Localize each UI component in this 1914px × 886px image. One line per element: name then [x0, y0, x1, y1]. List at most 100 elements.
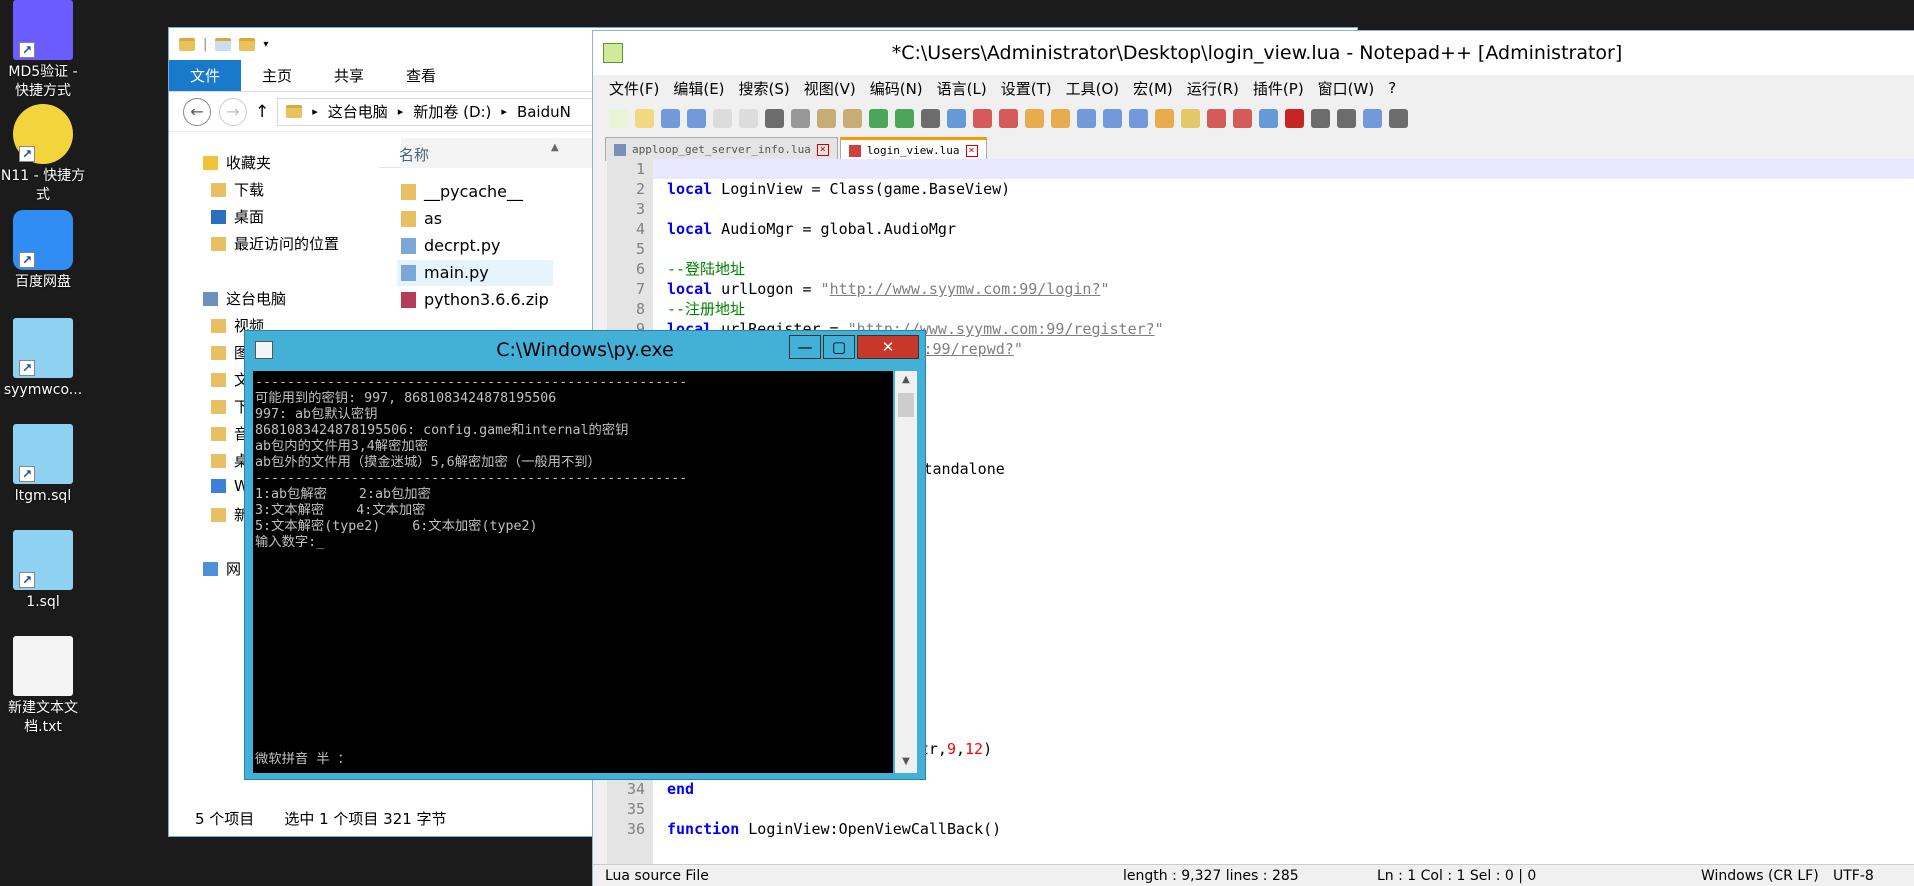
breadcrumb-item[interactable]: 新加卷 (D:) [413, 101, 491, 122]
toolbar-button[interactable] [1285, 108, 1304, 128]
toolbar-button[interactable] [1103, 108, 1122, 128]
toolbar-button[interactable] [1363, 108, 1382, 128]
nav-item[interactable]: 最近访问的位置 [211, 233, 339, 254]
menu-item[interactable]: 视图(V) [804, 78, 856, 99]
toolbar-button[interactable] [1025, 108, 1044, 128]
console-window[interactable]: C:\Windows\py.exe — ▢ ✕ 微软拼音 半 ： -------… [244, 330, 926, 780]
quick-access-toolbar[interactable]: | [203, 37, 207, 52]
properties-icon[interactable] [215, 37, 232, 51]
toolbar-button[interactable] [1181, 108, 1200, 128]
menu-item[interactable]: 搜索(S) [739, 78, 790, 99]
menu-item[interactable]: 窗口(W) [1318, 78, 1375, 99]
toolbar-button[interactable] [635, 108, 654, 128]
breadcrumb-chevron-icon[interactable]: ▸ [501, 105, 507, 118]
nav-item[interactable]: 下载 [211, 179, 264, 200]
menu-item[interactable]: 工具(O) [1066, 78, 1120, 99]
desktop-icon[interactable]: ↗ ltgm.sql [0, 424, 86, 506]
nav-item[interactable]: 这台电脑 [203, 288, 286, 309]
breadcrumb-chevron-icon[interactable]: ▸ [312, 105, 318, 118]
console-line: ----------------------------------------… [255, 375, 688, 390]
toolbar-button[interactable] [973, 108, 992, 128]
close-tab-icon[interactable]: × [965, 144, 978, 157]
toolbar-button[interactable] [843, 108, 862, 128]
toolbar-button[interactable] [609, 108, 628, 128]
menu-item[interactable]: 编辑(E) [673, 78, 724, 99]
scroll-thumb[interactable] [898, 393, 914, 417]
toolbar-button[interactable] [1155, 108, 1174, 128]
ribbon-tab[interactable]: 主页 [241, 60, 313, 91]
toolbar-button[interactable] [817, 108, 836, 128]
file-row[interactable]: decrpt.py [401, 236, 501, 255]
chevron-down-icon[interactable]: ▾ [263, 39, 268, 50]
close-button[interactable]: ✕ [857, 335, 919, 359]
toolbar-button[interactable] [1311, 108, 1330, 128]
toolbar-button[interactable] [765, 108, 784, 128]
toolbar-button[interactable] [713, 108, 732, 128]
desktop-icon[interactable]: ↗ syymwco... [0, 318, 86, 400]
back-button[interactable]: ← [183, 97, 211, 126]
minimize-button[interactable]: — [789, 335, 821, 359]
desktop-icon[interactable]: ↗ MD5验证 - 快捷方式 [0, 0, 86, 101]
menu-item[interactable]: 文件(F) [609, 78, 659, 99]
nav-item-icon [211, 345, 226, 360]
menu-item[interactable]: 语言(L) [937, 78, 987, 99]
toolbar-button[interactable] [791, 108, 810, 128]
ribbon-tab[interactable]: 查看 [385, 60, 457, 91]
console-output[interactable]: 微软拼音 半 ： -------------------------------… [253, 371, 893, 773]
toolbar-button[interactable] [869, 108, 888, 128]
toolbar-button[interactable] [1389, 108, 1408, 128]
toolbar-button[interactable] [1337, 108, 1356, 128]
file-row[interactable]: python3.6.6.zip [401, 290, 549, 309]
file-row[interactable]: main.py [401, 263, 489, 282]
toolbar-button[interactable] [895, 108, 914, 128]
toolbar-button[interactable] [1233, 108, 1252, 128]
up-button[interactable]: ↑ [255, 102, 269, 122]
menu-item[interactable]: 运行(R) [1187, 78, 1239, 99]
scroll-up-icon[interactable]: ▲ [898, 374, 914, 388]
ribbon-tab[interactable]: 文件 [169, 60, 242, 91]
menu-item[interactable]: 设置(T) [1001, 78, 1052, 99]
column-header-name[interactable]: 名称 [399, 144, 429, 165]
breadcrumb-chevron-icon[interactable]: ▸ [398, 105, 404, 118]
toolbar-button[interactable] [947, 108, 966, 128]
shortcut-arrow-icon: ↗ [19, 360, 35, 376]
desktop-icon[interactable]: ↗ N11 - 快捷方 式 [0, 104, 86, 205]
toolbar-button[interactable] [739, 108, 758, 128]
breadcrumb-item[interactable]: 这台电脑 [328, 101, 388, 122]
maximize-button[interactable]: ▢ [823, 335, 855, 359]
console-scrollbar[interactable]: ▲ ▼ [895, 371, 917, 773]
nav-item[interactable]: 桌面 [211, 206, 264, 227]
code-token: LoginView = Class(game.BaseView) [712, 180, 1011, 198]
toolbar-button[interactable] [1077, 108, 1096, 128]
close-tab-icon[interactable]: × [816, 143, 829, 156]
document-tab[interactable]: apploop_get_server_info.lua × [605, 137, 838, 161]
toolbar-button[interactable] [1129, 108, 1148, 128]
toolbar-button[interactable] [661, 108, 680, 128]
scroll-down-icon[interactable]: ▼ [898, 756, 914, 770]
ribbon-tab[interactable]: 共享 [313, 60, 385, 91]
menu-item[interactable]: 宏(M) [1133, 78, 1173, 99]
file-name: main.py [424, 263, 489, 282]
nav-item[interactable]: 网 [203, 558, 241, 579]
menu-item[interactable]: 编码(N) [870, 78, 923, 99]
nav-item[interactable]: 收藏夹 [203, 152, 271, 173]
code-token: , [956, 740, 966, 758]
document-tab[interactable]: login_view.lua × [839, 137, 987, 161]
desktop-icon[interactable]: ↗ 百度网盘 [0, 210, 86, 292]
file-row[interactable]: as [401, 209, 442, 228]
toolbar-button[interactable] [1259, 108, 1278, 128]
toolbar-button[interactable] [687, 108, 706, 128]
file-row[interactable]: __pycache__ [401, 182, 523, 201]
new-folder-icon[interactable] [239, 37, 256, 51]
toolbar-button[interactable] [1051, 108, 1070, 128]
toolbar-button[interactable] [921, 108, 940, 128]
desktop-icon[interactable]: ↗ 1.sql [0, 530, 86, 612]
forward-button[interactable]: → [219, 97, 247, 126]
nav-item-icon [211, 507, 226, 522]
breadcrumb-item[interactable]: BaiduN [517, 103, 571, 121]
toolbar-button[interactable] [999, 108, 1018, 128]
desktop-icon[interactable]: 新建文本文 档.txt [0, 636, 86, 737]
toolbar-button[interactable] [1207, 108, 1226, 128]
menu-item[interactable]: ? [1388, 79, 1396, 97]
menu-item[interactable]: 插件(P) [1253, 78, 1304, 99]
